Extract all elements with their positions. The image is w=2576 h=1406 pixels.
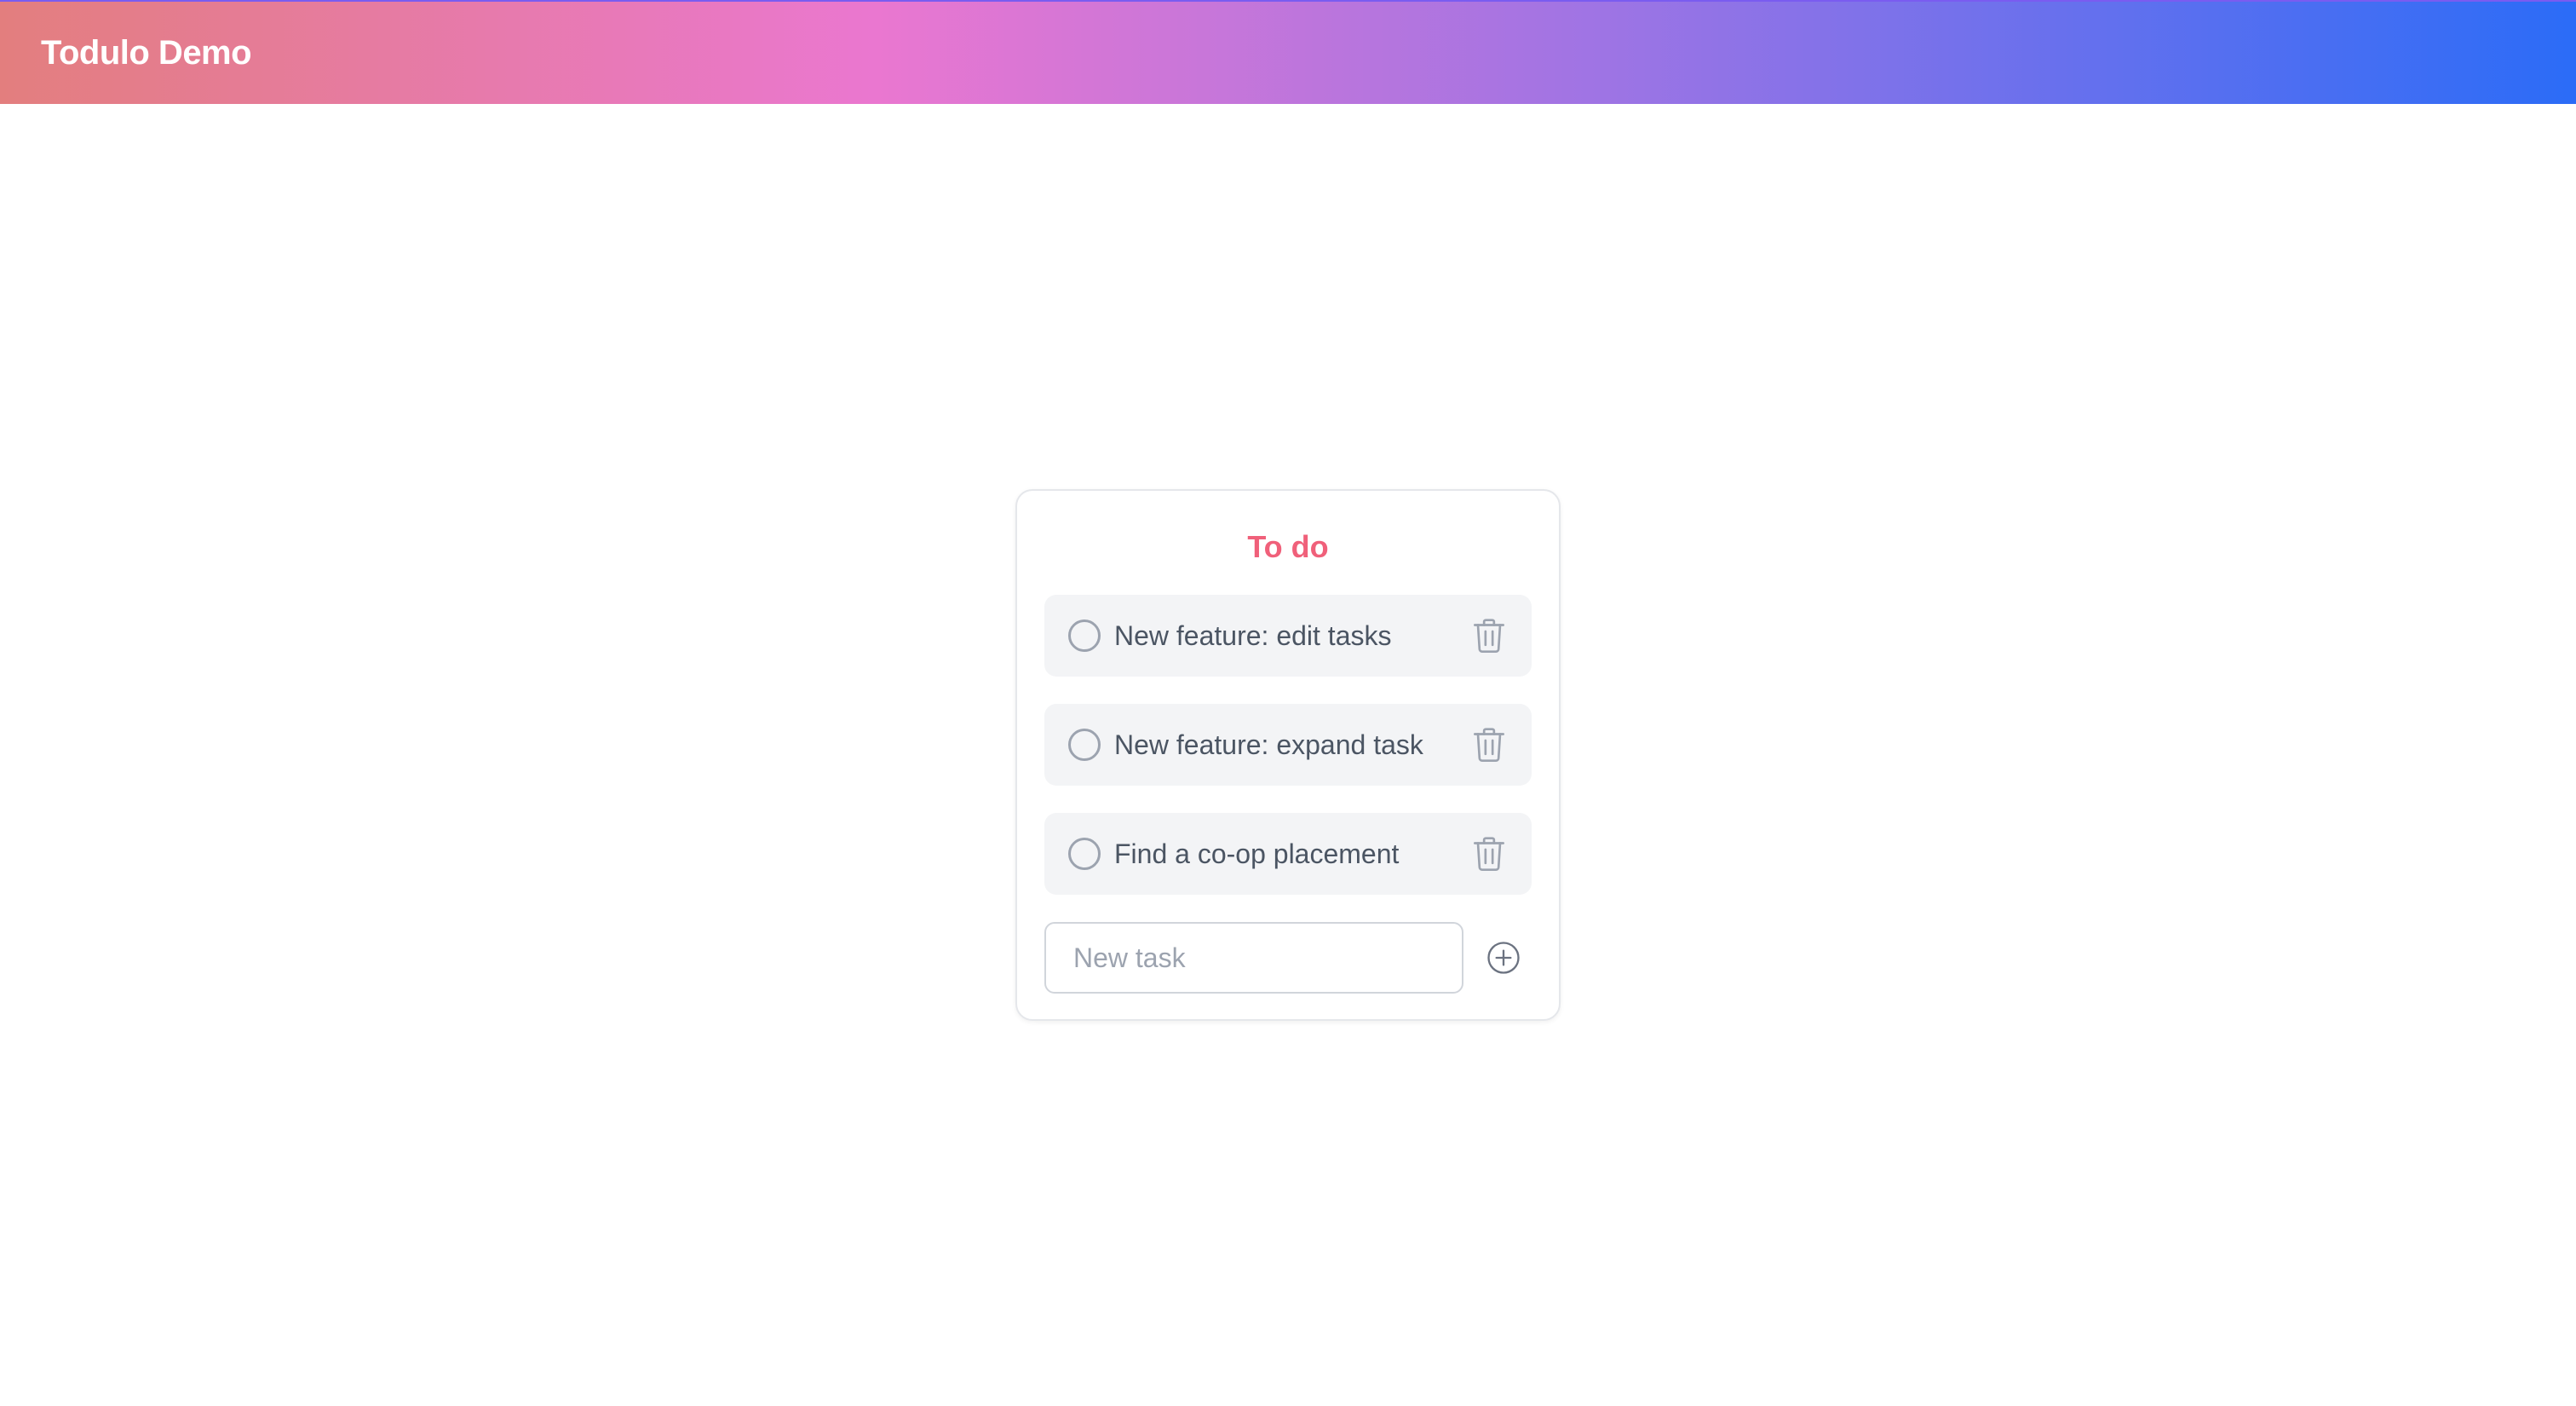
task-list: New feature: edit tasks New feature: exp…	[1044, 595, 1532, 922]
task-checkbox-icon[interactable]	[1068, 838, 1101, 870]
task-label: New feature: expand task	[1114, 729, 1423, 760]
app-title: Todulo Demo	[41, 33, 252, 72]
task-item: New feature: expand task	[1044, 704, 1532, 786]
task-checkbox-icon[interactable]	[1068, 729, 1101, 761]
task-checkbox-icon[interactable]	[1068, 619, 1101, 652]
trash-icon[interactable]	[1470, 726, 1508, 764]
card-title: To do	[1247, 529, 1329, 564]
todo-card: To do New feature: edit tasks New featur…	[1015, 489, 1561, 1021]
task-label: Find a co-op placement	[1114, 838, 1400, 869]
trash-icon[interactable]	[1470, 617, 1508, 654]
trash-icon[interactable]	[1470, 835, 1508, 873]
plus-circle-icon[interactable]	[1486, 940, 1521, 976]
new-task-input[interactable]	[1044, 922, 1463, 994]
task-item: Find a co-op placement	[1044, 813, 1532, 895]
app-header: Todulo Demo	[0, 0, 2576, 104]
task-item: New feature: edit tasks	[1044, 595, 1532, 677]
new-task-row	[1044, 922, 1532, 994]
task-label: New feature: edit tasks	[1114, 619, 1392, 651]
